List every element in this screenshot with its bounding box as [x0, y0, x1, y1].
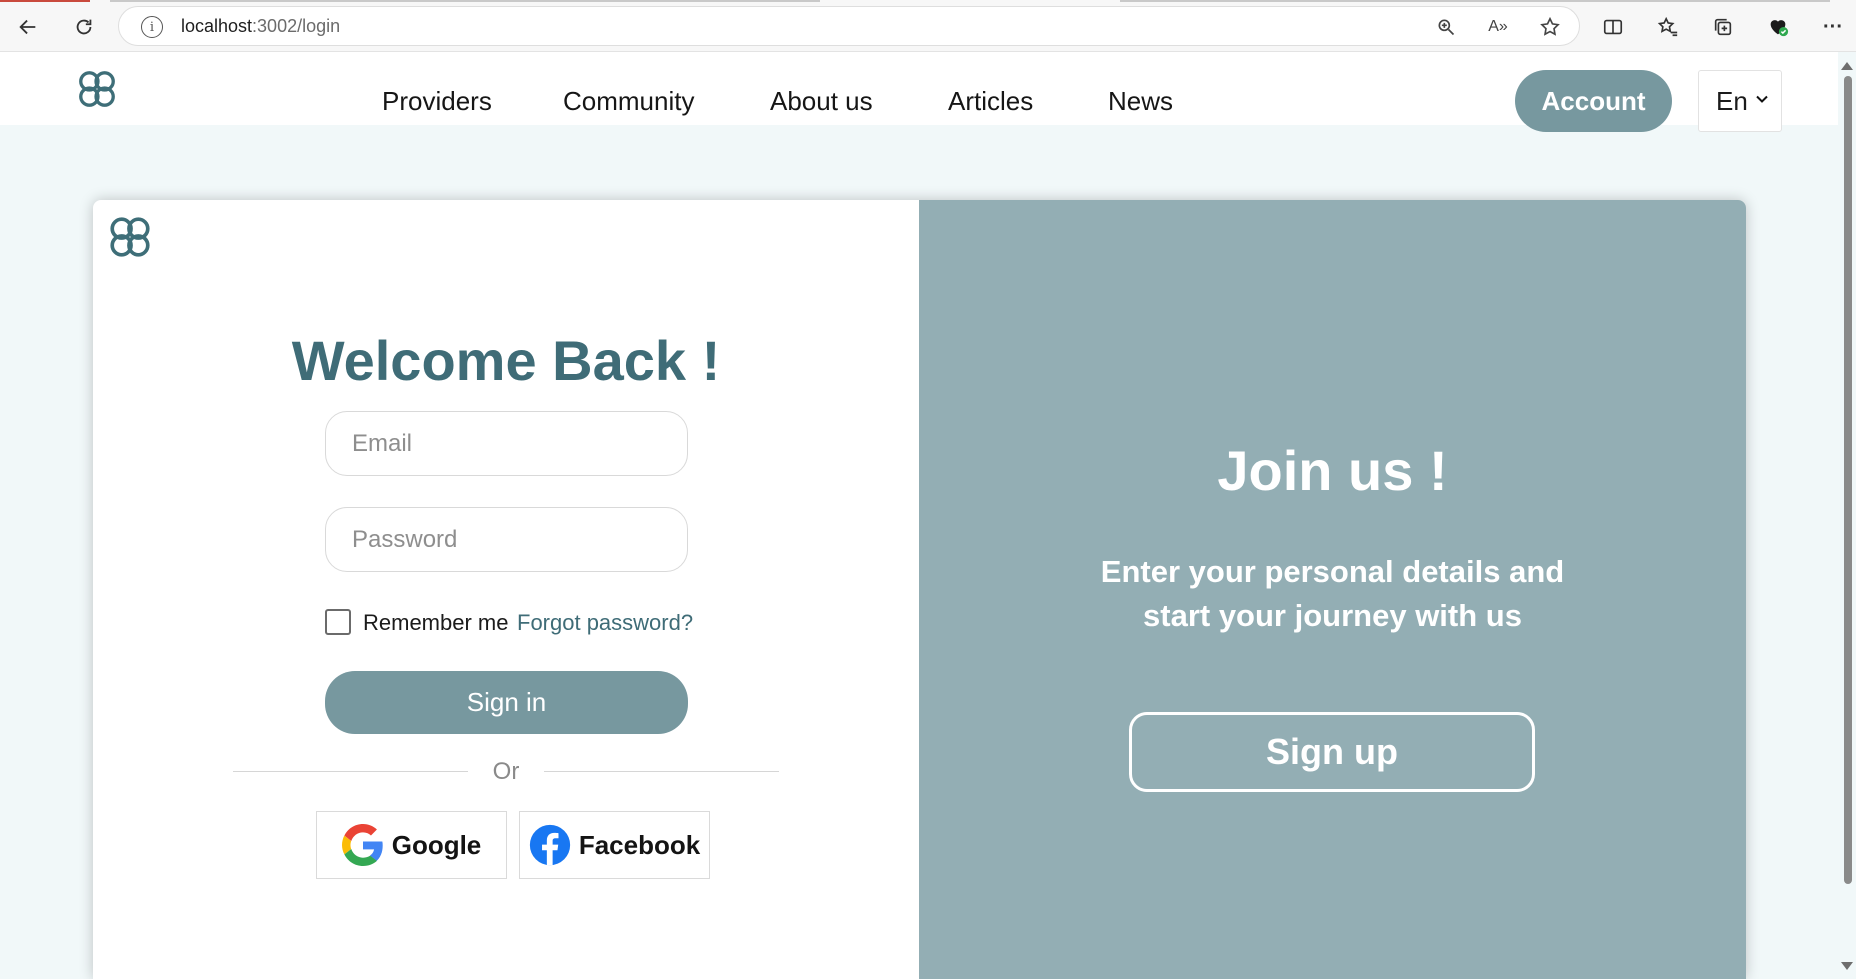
- nav-link-community[interactable]: Community: [563, 86, 694, 117]
- collections-icon[interactable]: [1707, 11, 1739, 43]
- nav-link-news[interactable]: News: [1108, 86, 1173, 117]
- join-title: Join us !: [1217, 439, 1448, 502]
- divider-right: [544, 771, 779, 772]
- google-icon: [341, 824, 383, 866]
- split-screen-icon[interactable]: [1597, 11, 1629, 43]
- nav-link-providers[interactable]: Providers: [382, 86, 492, 117]
- nav-link-articles[interactable]: Articles: [948, 86, 1033, 117]
- browser-essentials-icon[interactable]: [1762, 11, 1794, 43]
- sign-up-button[interactable]: Sign up: [1129, 712, 1535, 792]
- browser-toolbar: i localhost:3002/login A» ···: [0, 0, 1856, 52]
- more-icon[interactable]: ···: [1817, 11, 1849, 43]
- favorites-icon[interactable]: [1652, 11, 1684, 43]
- join-panel: Join us ! Enter your personal details an…: [919, 200, 1746, 979]
- zoom-icon[interactable]: [1433, 14, 1459, 40]
- email-input[interactable]: [325, 411, 688, 476]
- language-value: En: [1716, 85, 1748, 116]
- site-info-icon[interactable]: i: [141, 16, 163, 38]
- read-aloud-icon[interactable]: A»: [1485, 14, 1511, 40]
- address-bar[interactable]: i localhost:3002/login A»: [118, 6, 1580, 46]
- reload-icon[interactable]: [68, 11, 100, 43]
- login-title: Welcome Back !: [291, 329, 721, 392]
- or-separator: Or: [492, 758, 520, 785]
- join-subtitle: Enter your personal details and start yo…: [1100, 554, 1565, 633]
- password-input[interactable]: [325, 507, 688, 572]
- login-card: Welcome Back ! Remember me Forgot passwo…: [93, 200, 1746, 979]
- active-tab-indicator: [0, 0, 90, 2]
- card-logo-icon: [110, 217, 150, 257]
- url-text[interactable]: localhost:3002/login: [181, 16, 340, 37]
- chevron-down-icon: [1756, 95, 1768, 103]
- google-login-button[interactable]: Google: [316, 811, 507, 879]
- google-label: Google: [391, 829, 482, 860]
- remember-me-label[interactable]: Remember me: [363, 610, 508, 636]
- facebook-login-button[interactable]: Facebook: [519, 811, 710, 879]
- remember-me-checkbox[interactable]: [325, 609, 351, 635]
- forgot-password-link[interactable]: Forgot password?: [517, 610, 693, 636]
- facebook-icon: [529, 824, 570, 866]
- facebook-label: Facebook: [578, 829, 701, 860]
- favorite-star-icon[interactable]: [1537, 14, 1563, 40]
- sign-in-button[interactable]: Sign in: [325, 671, 688, 734]
- scrollbar-thumb[interactable]: [1844, 76, 1852, 884]
- back-arrow-icon[interactable]: [12, 11, 44, 43]
- scroll-up-arrow-icon[interactable]: [1841, 62, 1853, 70]
- tab-strip-edge: [110, 0, 820, 2]
- account-button[interactable]: Account: [1515, 70, 1672, 132]
- site-header: Providers Community About us Articles Ne…: [0, 52, 1838, 132]
- brand-logo-icon[interactable]: [76, 68, 118, 110]
- scroll-down-arrow-icon[interactable]: [1841, 962, 1853, 970]
- language-select[interactable]: En: [1698, 70, 1782, 132]
- nav-link-about-us[interactable]: About us: [770, 86, 873, 117]
- tab-strip-edge: [1120, 0, 1830, 2]
